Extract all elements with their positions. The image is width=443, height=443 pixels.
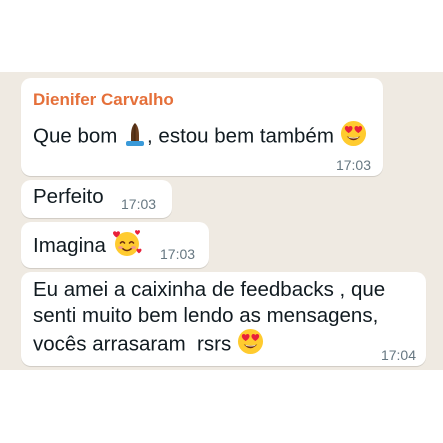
message-text: Eu amei a caixinha de feedbacks , que <box>33 278 386 301</box>
message-bubble[interactable]: Imagina 17:03 <box>21 222 209 268</box>
message-bubble[interactable]: Dienifer Carvalho Que bom , estou bem ta… <box>21 78 383 176</box>
message-text: Que bom , estou bem também <box>33 120 367 154</box>
sender-name[interactable]: Dienifer Carvalho <box>33 90 174 110</box>
message-bubble[interactable]: Eu amei a caixinha de feedbacks , que se… <box>21 272 426 366</box>
message-bubble[interactable]: Perfeito 17:03 <box>21 180 172 218</box>
message-timestamp: 17:03 <box>335 157 371 173</box>
message-text: Imagina <box>33 228 142 265</box>
message-text: vocês arrasaram rsrs <box>33 328 264 362</box>
smiling-face-with-hearts-icon <box>112 228 142 265</box>
message-text-part: , estou bem também <box>147 124 340 148</box>
message-text: Perfeito <box>33 185 104 208</box>
heart-eyes-face-icon <box>340 120 367 154</box>
folded-hands-icon <box>123 121 147 154</box>
message-timestamp: 17:03 <box>121 196 157 212</box>
message-text: senti muito bem lendo as mensagens, <box>33 304 379 327</box>
message-text-part: vocês arrasaram rsrs <box>33 332 237 356</box>
heart-eyes-face-icon <box>237 328 264 362</box>
message-text-part: Imagina <box>33 233 112 257</box>
message-text-part: Que bom <box>33 124 124 148</box>
message-timestamp: 17:03 <box>160 246 196 262</box>
chat-area: Dienifer Carvalho Que bom , estou bem ta… <box>0 72 443 370</box>
message-timestamp: 17:04 <box>380 347 416 363</box>
